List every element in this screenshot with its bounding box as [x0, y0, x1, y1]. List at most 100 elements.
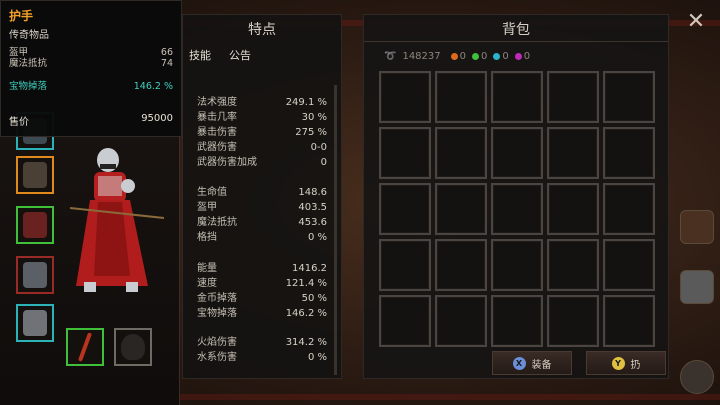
- stat-label: 暴击伤害: [197, 127, 237, 138]
- close-button[interactable]: ✕: [682, 8, 710, 36]
- item-stat-row: 魔法抵抗 74: [9, 58, 173, 69]
- inventory-slot[interactable]: [603, 127, 655, 179]
- equip-slot-shoulder[interactable]: [16, 156, 54, 194]
- inventory-slot[interactable]: [547, 239, 599, 291]
- stat-value: 148.6: [298, 187, 327, 198]
- stat-value: 0: [320, 157, 327, 168]
- hero-figure: [69, 148, 165, 292]
- inventory-slot[interactable]: [547, 71, 599, 123]
- chest-armor-icon: [23, 212, 47, 238]
- inventory-slot[interactable]: [435, 239, 487, 291]
- gem-orange-icon: [450, 52, 458, 60]
- gem-green-icon: [472, 52, 480, 60]
- equip-slot-offhand[interactable]: [114, 328, 152, 366]
- inventory-slot[interactable]: [379, 183, 431, 235]
- stat-group-utility: 能量 1416.2 速度 121.4 % 金币掉落 50 % 宝物掉落 146.2 %: [197, 261, 327, 321]
- equip-button-label: 装备: [531, 359, 552, 371]
- stat-label: 盔甲: [197, 202, 217, 213]
- inventory-slot[interactable]: [547, 127, 599, 179]
- stat-label: 宝物掉落: [197, 308, 237, 319]
- gem-purple-item: 0: [514, 51, 530, 62]
- item-stat-value: 74: [160, 58, 173, 69]
- inventory-slot[interactable]: [379, 239, 431, 291]
- equip-slot-boots[interactable]: [16, 304, 54, 342]
- inventory-slot[interactable]: [491, 71, 543, 123]
- gold-icon: ➰: [384, 51, 397, 62]
- chest-icon[interactable]: [680, 270, 714, 304]
- stat-label: 格挡: [197, 232, 217, 243]
- item-stat-row: 盔甲 66: [9, 47, 173, 58]
- stat-value: 0-0: [310, 142, 327, 153]
- stat-value: 146.2 %: [285, 308, 327, 319]
- gem-cyan-item: 0: [493, 51, 509, 62]
- stat-label: 速度: [197, 278, 217, 289]
- gem-green-count: 0: [481, 51, 488, 62]
- stat-group-elemental: 火焰伤害 314.2 % 水系伤害 0 %: [197, 335, 327, 365]
- stat-label: 法术强度: [197, 97, 237, 108]
- inventory-slot[interactable]: [379, 127, 431, 179]
- stat-value: 275 %: [295, 127, 327, 138]
- item-bonus-value: 146.2 %: [133, 81, 173, 92]
- inventory-slot[interactable]: [435, 295, 487, 347]
- stat-group-offense: 法术强度 249.1 % 暴击几率 30 % 暴击伤害 275 % 武器伤害 0-0 武…: [197, 95, 327, 170]
- item-bonus-row: 宝物掉落 146.2 %: [9, 81, 173, 92]
- stat-group-defense: 生命值 148.6 盔甲 403.5 魔法抵抗 453.6 格挡 0 %: [197, 185, 327, 245]
- inventory-slot[interactable]: [491, 127, 543, 179]
- stat-label: 武器伤害: [197, 142, 237, 153]
- settings-gear-icon[interactable]: [680, 360, 714, 394]
- inventory-slot[interactable]: [491, 295, 543, 347]
- inventory-slot[interactable]: [547, 183, 599, 235]
- stat-row: 暴击几率 30 %: [197, 110, 327, 125]
- stat-value: 121.4 %: [285, 278, 327, 289]
- equip-slot-chest[interactable]: [16, 206, 54, 244]
- stat-value: 453.6: [298, 217, 327, 228]
- equip-slot-legs[interactable]: [16, 256, 54, 294]
- bag-header-divider: [364, 41, 668, 42]
- stat-row: 魔法抵抗 453.6: [197, 215, 327, 230]
- stats-panel: 特点 技能 公告 法术强度 249.1 % 暴击几率 30 % 暴击伤害 275 % …: [182, 14, 342, 379]
- tab-skills[interactable]: 技能: [189, 47, 211, 63]
- inventory-slot[interactable]: [435, 183, 487, 235]
- inventory-slot[interactable]: [379, 295, 431, 347]
- inventory-slot[interactable]: [547, 295, 599, 347]
- stat-label: 金币掉落: [197, 293, 237, 304]
- stat-row: 格挡 0 %: [197, 230, 327, 245]
- inventory-slot[interactable]: [603, 239, 655, 291]
- inventory-slot[interactable]: [603, 71, 655, 123]
- stat-row: 宝物掉落 146.2 %: [197, 306, 327, 321]
- stat-label: 武器伤害加成: [197, 157, 257, 168]
- inventory-slot[interactable]: [435, 71, 487, 123]
- equip-slot-weapon[interactable]: [66, 328, 104, 366]
- equip-button[interactable]: X 装备: [492, 351, 572, 375]
- drop-button[interactable]: Y 扔: [586, 351, 666, 375]
- stat-value: 249.1 %: [285, 97, 327, 108]
- stats-scrollbar[interactable]: [334, 85, 337, 375]
- stat-row: 盔甲 403.5: [197, 200, 327, 215]
- stat-value: 0 %: [307, 232, 327, 243]
- drop-button-label: 扔: [630, 359, 641, 371]
- item-price-row: 售价 95000: [9, 113, 173, 128]
- bag-title: 背包: [502, 22, 530, 38]
- inventory-slot[interactable]: [435, 127, 487, 179]
- gold-amount: 148237: [402, 51, 441, 62]
- inventory-slot[interactable]: [603, 295, 655, 347]
- inventory-slot[interactable]: [379, 71, 431, 123]
- item-tooltip: 护手 传奇物品 盔甲 66 魔法抵抗 74 宝物掉落 146.2 % 售价 95…: [0, 0, 182, 137]
- stat-row: 能量 1416.2: [197, 261, 327, 276]
- inventory-slot[interactable]: [603, 183, 655, 235]
- stat-row: 生命值 148.6: [197, 185, 327, 200]
- stat-label: 生命值: [197, 187, 227, 198]
- stat-row: 速度 121.4 %: [197, 276, 327, 291]
- stat-value: 403.5: [298, 202, 327, 213]
- inventory-slot[interactable]: [491, 239, 543, 291]
- bag-panel: 背包 ➰ 148237 0 0 0 0 X 装备 Y 扔: [363, 14, 669, 379]
- inventory-slot[interactable]: [491, 183, 543, 235]
- tab-announcements[interactable]: 公告: [229, 47, 251, 63]
- stat-value: 50 %: [301, 293, 327, 304]
- item-bonus-label: 宝物掉落: [9, 81, 48, 92]
- gem-purple-icon: [514, 52, 522, 60]
- stats-panel-title: 特点: [248, 22, 276, 38]
- stat-label: 火焰伤害: [197, 337, 237, 348]
- y-key-icon: Y: [611, 356, 625, 370]
- gem-orange-item: 0: [450, 51, 466, 62]
